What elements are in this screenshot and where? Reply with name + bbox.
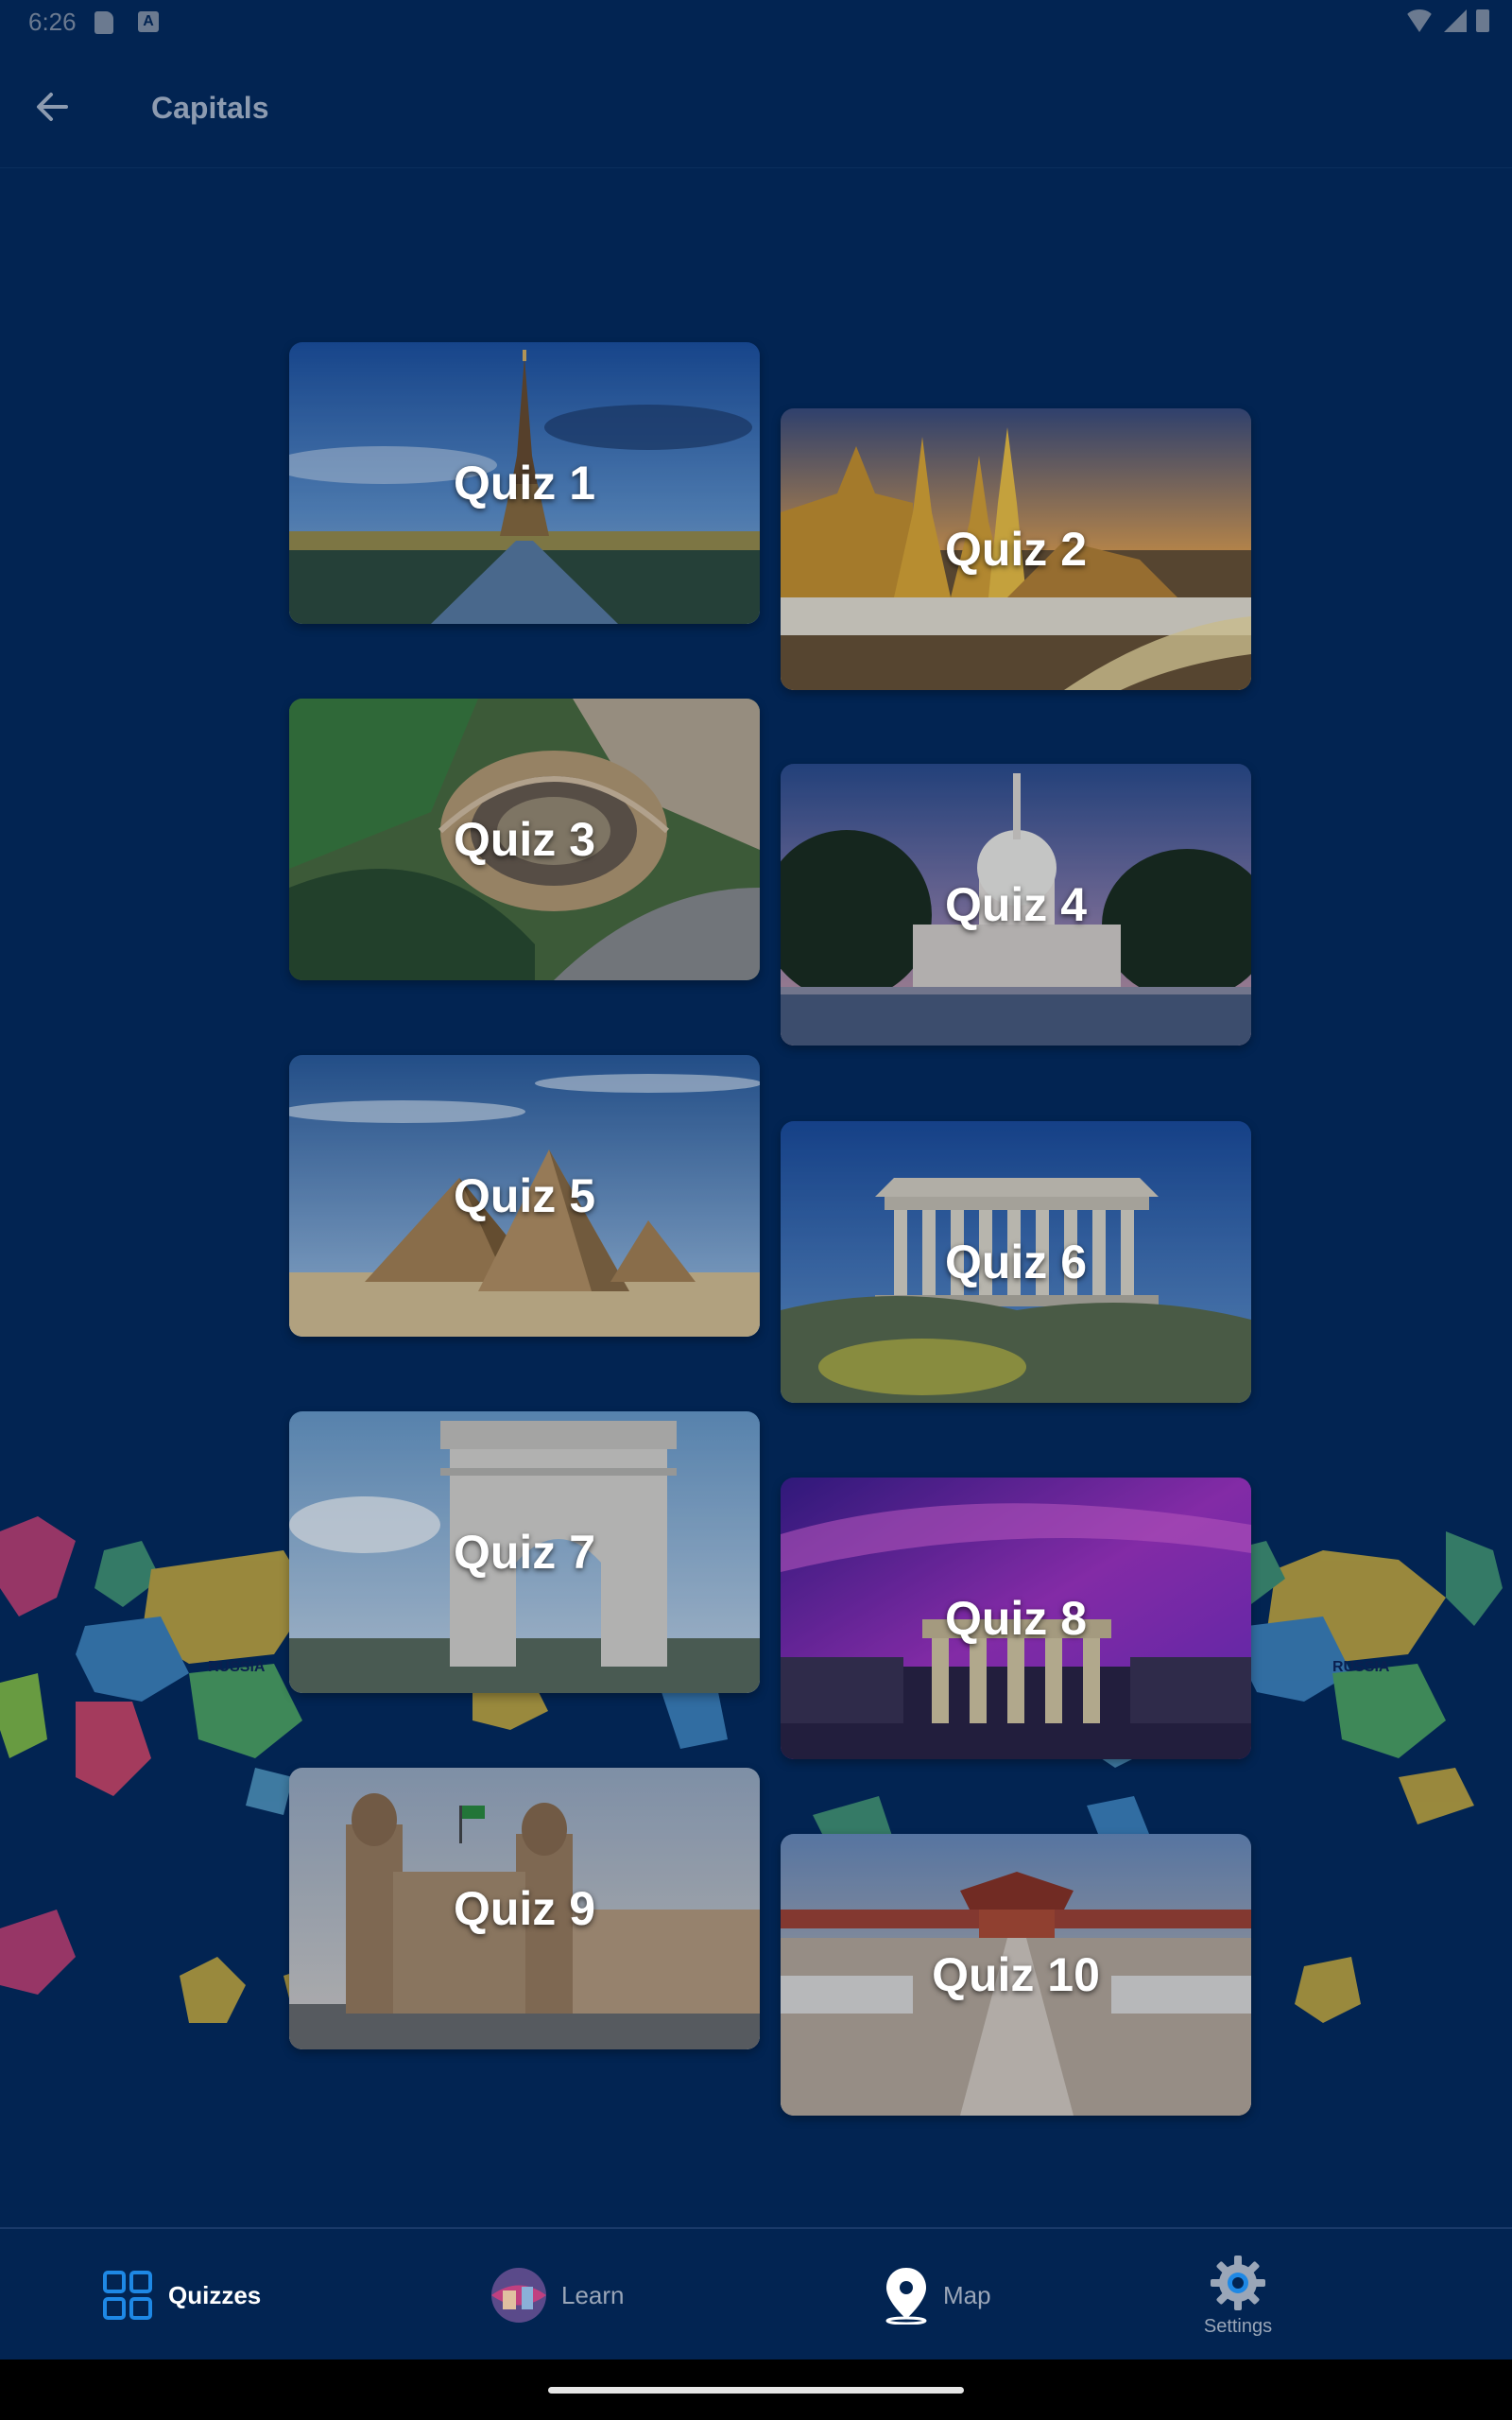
quiz-card-9[interactable]: Quiz 9 [289, 1768, 760, 2049]
status-right-icons [1404, 9, 1489, 32]
notification-icon: A [138, 11, 159, 32]
quiz-label: Quiz 1 [453, 457, 596, 510]
quiz-label: Quiz 2 [944, 523, 1088, 576]
quiz-label: Quiz 9 [453, 1882, 596, 1935]
sim-card-icon [94, 11, 113, 34]
world-map-left [0, 1516, 321, 2023]
nav-label-settings: Settings [1203, 2315, 1273, 2337]
bottom-navigation: Quizzes Learn Map Settings [0, 2227, 1512, 2360]
nav-label-quizzes: Quizzes [168, 2280, 262, 2309]
nav-item-settings[interactable]: Settings [1200, 2229, 1276, 2361]
quiz-card-3[interactable]: Quiz 3 [289, 699, 760, 980]
wifi-icon [1404, 9, 1435, 32]
quiz-card-8[interactable]: Quiz 8 [781, 1478, 1251, 1759]
nav-item-map[interactable]: Map [883, 2229, 991, 2361]
globe-icon [491, 2268, 546, 2323]
nav-label-map: Map [943, 2280, 991, 2309]
quiz-label: Quiz 6 [944, 1236, 1088, 1288]
quiz-card-5[interactable]: Quiz 5 [289, 1055, 760, 1337]
map-label-russia-right: RUSSIA [1332, 1659, 1390, 1675]
app-bar: Capitals [0, 45, 1512, 168]
system-gesture-bar [0, 2360, 1512, 2420]
quiz-card-2[interactable]: Quiz 2 [781, 408, 1251, 690]
quiz-card-10[interactable]: Quiz 10 [781, 1834, 1251, 2116]
map-pin-icon [885, 2268, 927, 2325]
quizzes-screen: 6:26 A Capitals RUSSIA RUSSIA Quiz 1 Qui… [0, 0, 1512, 2420]
back-arrow-icon[interactable] [28, 83, 76, 130]
quiz-card-4[interactable]: Quiz 4 [781, 764, 1251, 1046]
nav-label-learn: Learn [561, 2280, 625, 2309]
signal-icon [1444, 9, 1467, 32]
map-label-russia-left: RUSSIA [208, 1659, 266, 1675]
page-title: Capitals [151, 91, 269, 125]
quiz-card-6[interactable]: Quiz 6 [781, 1121, 1251, 1403]
grid-icon [103, 2271, 152, 2320]
quiz-label: Quiz 10 [932, 1948, 1100, 2001]
quiz-label: Quiz 5 [453, 1169, 596, 1222]
nav-item-quizzes[interactable]: Quizzes [102, 2229, 261, 2361]
quiz-label: Quiz 7 [453, 1526, 596, 1579]
quiz-label: Quiz 4 [944, 878, 1088, 931]
battery-icon [1476, 9, 1489, 32]
nav-item-learn[interactable]: Learn [490, 2229, 625, 2361]
status-time: 6:26 [28, 8, 77, 36]
quiz-label: Quiz 3 [453, 813, 596, 866]
home-gesture-handle[interactable] [548, 2387, 964, 2394]
quiz-label: Quiz 8 [944, 1592, 1088, 1645]
quiz-card-7[interactable]: Quiz 7 [289, 1411, 760, 1693]
status-bar: 6:26 A [0, 0, 1512, 45]
quiz-card-1[interactable]: Quiz 1 [289, 342, 760, 624]
gear-icon [1211, 2255, 1265, 2310]
